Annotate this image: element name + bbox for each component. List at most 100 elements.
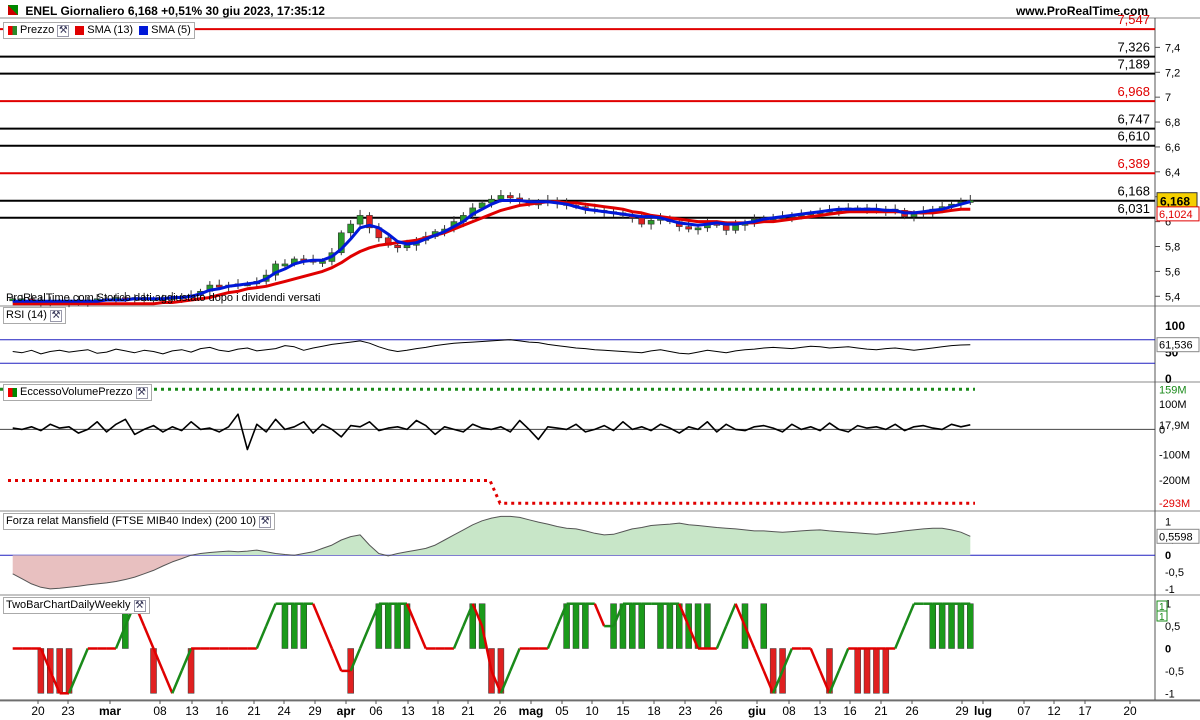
- level-label: 6,968: [1117, 84, 1150, 99]
- x-tick-label: 07: [1017, 704, 1031, 718]
- level-label: 7,189: [1117, 57, 1150, 72]
- wrench-icon[interactable]: ⚒: [49, 309, 62, 322]
- level-label: 6,610: [1117, 129, 1150, 144]
- twobar-bar: [582, 603, 589, 649]
- rsi-line: [12, 339, 971, 355]
- x-tick-label: 21: [461, 704, 475, 718]
- legend-sma5-label: SMA (5): [151, 24, 191, 36]
- candle-body: [356, 215, 364, 225]
- level-label: 6,747: [1117, 112, 1150, 127]
- twobar-line-segment: [330, 648, 343, 672]
- twobar-bar: [629, 603, 636, 649]
- candle-body: [319, 261, 326, 264]
- twobar-bar: [957, 603, 965, 649]
- twobar-line-segment: [142, 625, 155, 649]
- x-tick-label: 23: [61, 704, 75, 718]
- wrench-icon[interactable]: ⚒: [259, 515, 272, 528]
- volume-tick-label: -100M: [1159, 450, 1190, 462]
- x-tick-label: lug: [974, 704, 992, 718]
- twobar-bar: [882, 648, 890, 694]
- candle-body: [403, 244, 411, 249]
- x-tick-label: 26: [905, 704, 919, 718]
- sma13-value-label: 6,1024: [1159, 209, 1193, 221]
- price-tick-label: 5,4: [1165, 291, 1180, 303]
- twobar-line-segment: [452, 625, 465, 649]
- twobar-bar: [638, 603, 645, 649]
- twobar-bar: [572, 603, 580, 649]
- twobar-line-segment: [894, 625, 906, 649]
- price-color-swatch: [8, 26, 17, 35]
- twobar-line-segment: [311, 603, 324, 627]
- site-url[interactable]: www.ProRealTime.com: [1016, 4, 1148, 18]
- rsi-legend[interactable]: RSI (14) ⚒: [3, 307, 66, 324]
- x-tick-label: 23: [678, 704, 692, 718]
- legend-twobar-label: TwoBarChartDailyWeekly: [6, 599, 131, 611]
- x-tick-label: 29: [955, 704, 969, 718]
- chart-title: ENEL Giornaliero 6,168 +0,51% 30 giu 202…: [8, 4, 325, 18]
- twobar-line-segment: [546, 625, 559, 649]
- mansfield-tick-label: -0,5: [1165, 567, 1184, 579]
- x-tick-label: 08: [782, 704, 796, 718]
- candle-body: [685, 226, 692, 230]
- price-tick-label: 7,2: [1165, 67, 1180, 79]
- x-tick-label: 26: [493, 704, 507, 718]
- price-legend[interactable]: Prezzo ⚒ SMA (13) SMA (5): [3, 22, 195, 39]
- twobar-tick-label: -0,5: [1165, 666, 1184, 678]
- level-label: 6,168: [1117, 184, 1150, 199]
- sma13-color-swatch: [75, 26, 85, 35]
- candle-body: [347, 223, 354, 234]
- x-tick-label: 13: [813, 704, 827, 718]
- price-tick-label: 5,8: [1165, 242, 1180, 254]
- twobar-line-segment: [161, 670, 174, 694]
- wrench-icon[interactable]: ⚒: [135, 386, 148, 399]
- rsi-tick-label: 100: [1165, 319, 1185, 333]
- wrench-icon[interactable]: ⚒: [133, 599, 146, 612]
- twobar-line-segment: [593, 603, 606, 627]
- x-tick-label: 05: [555, 704, 569, 718]
- volume-lower-band: [8, 479, 975, 505]
- volume-legend[interactable]: EccessoVolumePrezzo ⚒: [3, 384, 152, 401]
- volume-color-swatch: [8, 388, 17, 397]
- candle-body: [281, 263, 289, 267]
- twobar-bar: [384, 603, 392, 649]
- price-tick-label: 5,6: [1165, 266, 1180, 278]
- sma5-color-swatch: [139, 26, 149, 35]
- price-candle: [516, 193, 523, 205]
- wrench-icon[interactable]: ⚒: [57, 24, 70, 37]
- twobar-bar: [854, 648, 861, 694]
- twobar-bar: [929, 603, 937, 649]
- price-tick-label: 6,8: [1165, 117, 1180, 129]
- x-tick-label: 13: [185, 704, 199, 718]
- chart-canvas: 7,5477,3267,1896,9686,7476,6106,3896,168…: [0, 12, 1200, 718]
- x-tick-label: 20: [31, 704, 45, 718]
- twobar-legend[interactable]: TwoBarChartDailyWeekly ⚒: [3, 597, 150, 614]
- twobar-line-segment: [509, 648, 521, 672]
- x-tick-label: 18: [431, 704, 445, 718]
- twobar-tick-label: 0: [1165, 644, 1171, 656]
- twobar-line-segment: [265, 603, 277, 627]
- twobar-bar: [657, 603, 664, 649]
- x-tick-label: 24: [277, 704, 291, 718]
- mansfield-legend[interactable]: Forza relat Mansfield (FTSE MIB40 Index)…: [3, 513, 276, 530]
- x-tick-label: 26: [709, 704, 723, 718]
- x-tick-label: 15: [616, 704, 630, 718]
- x-tick-label: giu: [748, 704, 766, 718]
- app-logo-icon: [8, 5, 18, 15]
- mansfield-tick-label: -1: [1165, 584, 1175, 596]
- twobar-bar: [704, 603, 711, 649]
- twobar-bar: [967, 603, 974, 649]
- twobar-line-segment: [171, 670, 183, 694]
- candle-body: [497, 195, 505, 200]
- candle-body: [910, 213, 918, 217]
- twobar-line-segment: [903, 603, 916, 627]
- volume-tick-label: 0: [1159, 424, 1165, 436]
- volume-tick-label: -200M: [1159, 475, 1190, 487]
- x-tick-label: mar: [99, 704, 121, 718]
- twobar-line-segment: [725, 603, 737, 627]
- twobar-line-segment: [809, 648, 822, 672]
- mansfield-tick-label: 1: [1165, 516, 1171, 528]
- x-tick-label: 20: [1123, 704, 1137, 718]
- twobar-line-segment: [837, 648, 850, 672]
- x-tick-label: 08: [153, 704, 167, 718]
- twobar-tick-label: -1: [1165, 688, 1175, 700]
